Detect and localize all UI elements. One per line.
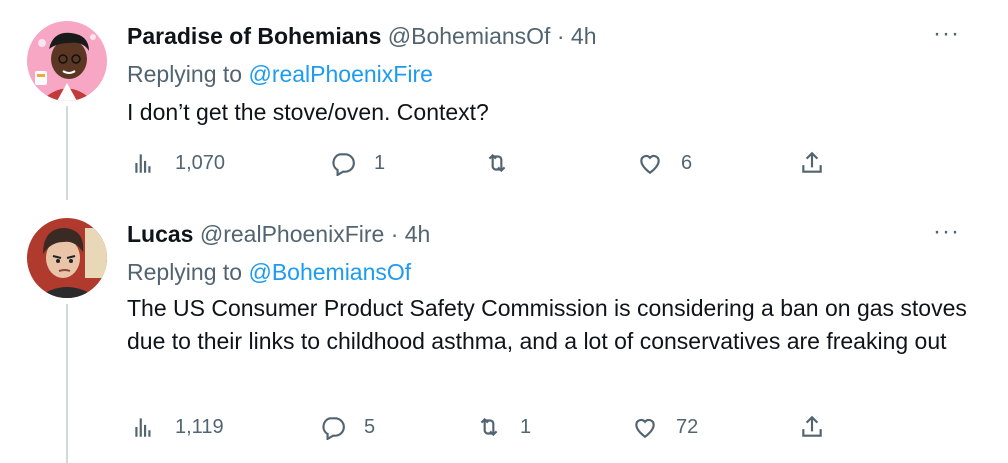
action-bar: 1,119 5 1 72 [0, 412, 1008, 442]
more-options-icon[interactable]: ··· [933, 220, 960, 244]
replying-to: Replying to @BohemiansOf [127, 258, 411, 286]
tweet-text: The US Consumer Product Safety Commissio… [127, 295, 967, 354]
retweet-count: 1 [520, 415, 532, 438]
retweet-button[interactable]: 1 [476, 412, 531, 442]
heart-icon [635, 418, 655, 439]
display-name[interactable]: Paradise of Bohemians [127, 23, 381, 49]
reply-button[interactable]: 5 [320, 412, 375, 442]
like-button[interactable]: 6 [637, 148, 692, 178]
analytics-icon [135, 154, 151, 173]
views-count: 1,070 [175, 151, 226, 174]
replying-to-mention[interactable]: @BohemiansOf [248, 259, 411, 285]
reply-button[interactable]: 1 [330, 148, 385, 178]
tweet[interactable]: Lucas @realPhoenixFire · 4h ··· Replying… [0, 200, 1008, 463]
avatar[interactable] [27, 218, 107, 298]
tweet-text: I don’t get the stove/oven. Context? [127, 99, 489, 125]
views-button[interactable]: 1,070 [131, 148, 225, 178]
retweet-button[interactable] [484, 148, 528, 178]
like-button[interactable]: 72 [632, 412, 698, 442]
reply-icon [332, 153, 355, 176]
reply-icon [322, 417, 345, 440]
user-handle[interactable]: @BohemiansOf [388, 23, 551, 49]
separator-dot: · [556, 23, 565, 49]
avatar-image [27, 218, 107, 298]
tweet[interactable]: Paradise of Bohemians @BohemiansOf · 4h … [0, 0, 1008, 200]
separator-dot: · [390, 221, 399, 247]
display-name[interactable]: Lucas [127, 221, 193, 247]
retweet-icon [480, 417, 498, 437]
like-count: 6 [681, 151, 693, 174]
share-button[interactable] [799, 412, 825, 442]
views-button[interactable]: 1,119 [131, 412, 224, 442]
replying-to-mention[interactable]: @realPhoenixFire [248, 61, 432, 87]
tweet-header: Paradise of Bohemians @BohemiansOf · 4h [127, 22, 597, 50]
more-options-icon[interactable]: ··· [933, 22, 960, 46]
reply-count: 5 [364, 415, 376, 438]
heart-icon [640, 154, 660, 175]
avatar-image [27, 21, 107, 101]
action-bar: 1,070 1 6 [0, 148, 1008, 178]
like-count: 72 [676, 415, 699, 438]
share-button[interactable] [799, 148, 825, 178]
timestamp[interactable]: 4h [571, 23, 597, 49]
views-count: 1,119 [175, 415, 224, 438]
replying-to: Replying to @realPhoenixFire [127, 60, 433, 88]
avatar[interactable] [27, 21, 107, 101]
analytics-icon [135, 418, 151, 437]
share-icon [802, 151, 822, 173]
timestamp[interactable]: 4h [405, 221, 431, 247]
retweet-icon [488, 153, 506, 173]
user-handle[interactable]: @realPhoenixFire [200, 221, 384, 247]
reply-count: 1 [374, 151, 386, 174]
replying-to-label: Replying to [127, 259, 243, 285]
share-icon [802, 415, 822, 437]
replying-to-label: Replying to [127, 61, 243, 87]
tweet-header: Lucas @realPhoenixFire · 4h [127, 220, 430, 248]
